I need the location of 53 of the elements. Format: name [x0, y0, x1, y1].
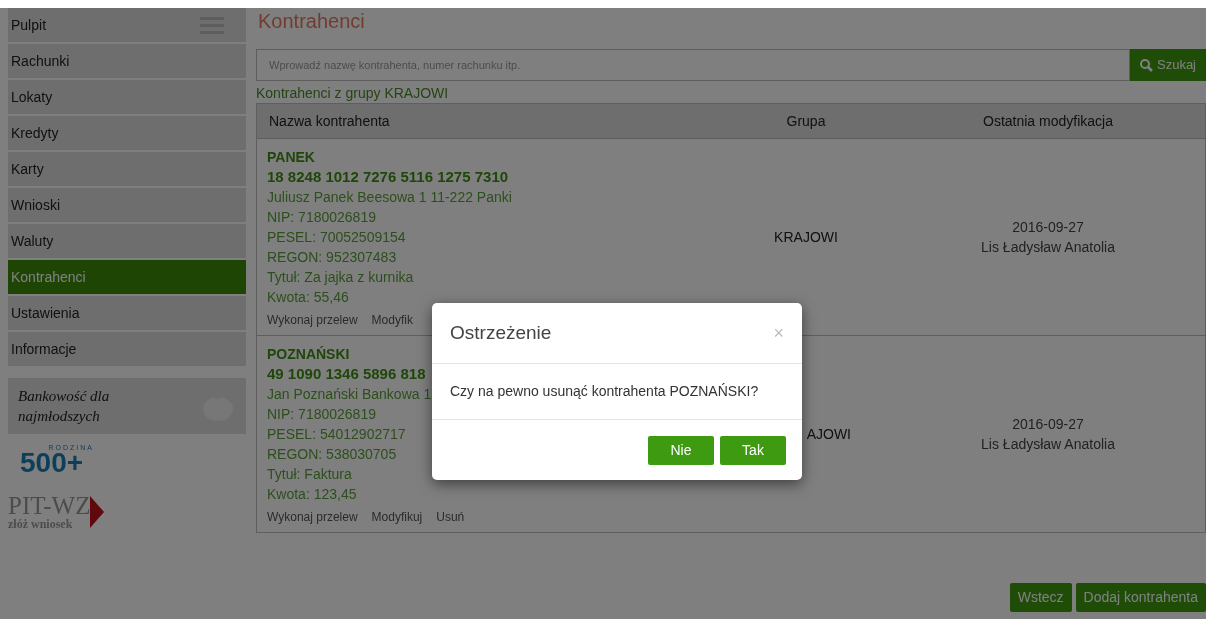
- row-action-link[interactable]: Wykonaj przelew: [267, 311, 358, 329]
- sidebar-item[interactable]: Kontrahenci: [8, 260, 246, 294]
- row-action-link[interactable]: Wykonaj przelew: [267, 508, 358, 526]
- contractor-name: POZNAŃSKI: [267, 345, 350, 364]
- contractor-detail: REGON: 952307483: [267, 248, 397, 267]
- sidebar-item[interactable]: Karty: [8, 152, 246, 186]
- contractor-detail: Kwota: 55,46: [267, 288, 349, 307]
- contractor-detail: NIP: 7180026819: [267, 405, 376, 424]
- modification-author: Lis Ładysław Anatolia: [981, 238, 1115, 257]
- account-number: 18 8248 1012 7276 5116 1275 7310: [267, 167, 509, 187]
- row-action-link[interactable]: Modyfikuj: [371, 508, 423, 526]
- modification-date: 2016-09-27: [1012, 218, 1084, 237]
- modification-author: Lis Ładysław Anatolia: [981, 435, 1115, 454]
- contractor-detail: PESEL: 70052509154: [267, 228, 406, 247]
- row-action-link[interactable]: Modyfik: [371, 311, 413, 329]
- contractor-detail: Tytuł: Faktura: [267, 465, 352, 484]
- sidebar-item[interactable]: Ustawienia: [8, 296, 246, 330]
- row-action-link[interactable]: Usuń: [436, 508, 465, 526]
- account-number: 49 1090 1346 5896 818: [267, 364, 426, 384]
- sidebar-item[interactable]: Pulpit: [8, 8, 246, 42]
- page-title: Kontrahenci: [258, 9, 366, 34]
- sidebar-item[interactable]: Wnioski: [8, 188, 246, 222]
- group-cell-text: KRAJOWI: [774, 227, 838, 247]
- sidebar-item[interactable]: Lokaty: [8, 80, 246, 114]
- column-header: Nazwa kontrahenta: [268, 111, 391, 131]
- column-header: Ostatnia modyfikacja: [982, 111, 1114, 131]
- group-heading: Kontrahenci z grupy KRAJOWI: [256, 84, 450, 103]
- dialog-title: Ostrzeżenie: [450, 320, 552, 345]
- sidebar-item[interactable]: Rachunki: [8, 44, 246, 78]
- dialog-button[interactable]: Tak: [720, 435, 786, 465]
- footer-button[interactable]: Wstecz: [1009, 583, 1072, 612]
- promo-banner[interactable]: Bankowość dla najmłodszych: [8, 378, 246, 434]
- sidebar-item[interactable]: Kredyty: [8, 116, 246, 150]
- search-icon: [1140, 58, 1153, 72]
- contractor-detail: Tytuł: Za jajka z kurnika: [267, 268, 414, 287]
- contractor-detail: REGON: 538030705: [267, 445, 397, 464]
- contractor-detail: NIP: 7180026819: [267, 208, 376, 227]
- contractor-name: PANEK: [267, 148, 315, 167]
- contractor-detail: PESEL: 54012902717: [267, 425, 406, 444]
- close-button[interactable]: ×: [773, 324, 784, 342]
- sidebar-item[interactable]: Waluty: [8, 224, 246, 258]
- sidebar-item[interactable]: Informacje: [8, 332, 246, 366]
- triangle-icon: [90, 495, 105, 528]
- contractor-detail: Kwota: 123,45: [267, 485, 357, 504]
- dialog-message: Czy na pewno usunąć kontrahenta POZNAŃSKI?: [450, 382, 759, 401]
- dialog-button[interactable]: Nie: [648, 435, 714, 465]
- contractor-detail: Jan Poznański Bankowa 1: [267, 385, 432, 404]
- modification-date: 2016-09-27: [1012, 415, 1084, 434]
- search-button[interactable]: Szukaj: [1130, 49, 1206, 81]
- footer-button[interactable]: Dodaj kontrahenta: [1075, 583, 1206, 612]
- contractor-detail: Juliusz Panek Beesowa 1 11-222 Panki: [267, 188, 512, 207]
- group-cell-text: AJOWI: [806, 424, 851, 444]
- column-header: Grupa: [785, 111, 827, 131]
